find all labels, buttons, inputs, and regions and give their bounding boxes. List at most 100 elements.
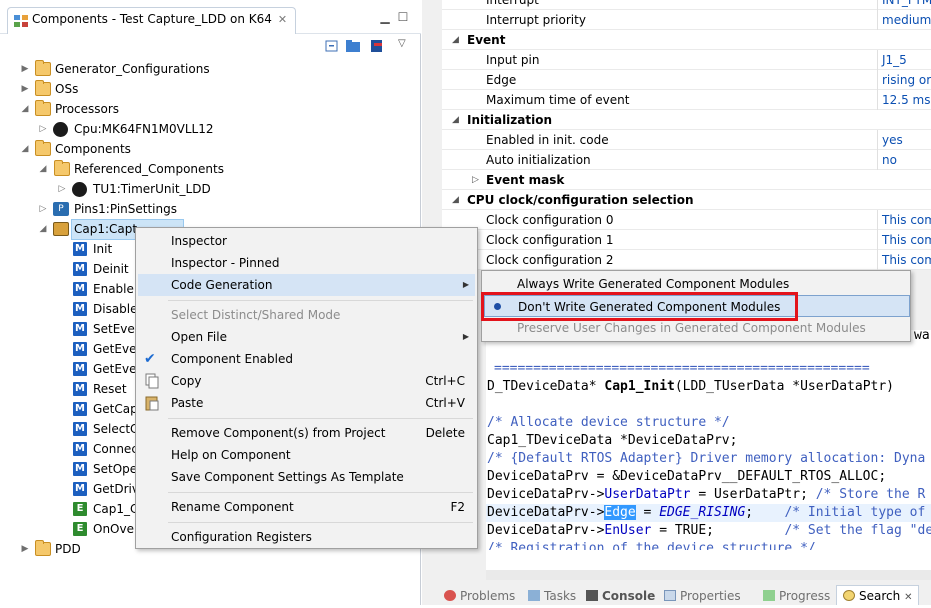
menu-label: Inspector - Pinned xyxy=(171,256,280,270)
property-name: Interrupt xyxy=(486,0,539,7)
tree-item-label: SetEver xyxy=(93,322,140,336)
property-row[interactable]: Enabled in init. code yes xyxy=(442,130,931,150)
property-group-row[interactable]: ◢ Initialization xyxy=(442,110,931,130)
menu-item-remove-component[interactable]: Remove Component(s) from Project Delete xyxy=(138,422,475,444)
collapse-arrow-icon[interactable]: ◢ xyxy=(452,30,459,50)
maximize-icon[interactable]: ☐ xyxy=(396,10,410,24)
close-icon[interactable]: ✕ xyxy=(904,592,912,603)
column-divider xyxy=(877,250,878,270)
menu-item-inspector-pinned[interactable]: Inspector - Pinned xyxy=(138,252,475,274)
menu-item-code-generation[interactable]: Code Generation ▶ xyxy=(138,274,475,296)
menu-item-open-file[interactable]: Open File ▶ xyxy=(138,326,475,348)
code-token: /* Store the R xyxy=(815,487,926,502)
tree-item-label: PDD xyxy=(55,542,81,556)
menu-item-rename-component[interactable]: Rename Component F2 xyxy=(138,496,475,518)
property-row[interactable]: Clock configuration 0 This com xyxy=(442,210,931,230)
property-row[interactable]: Edge rising or xyxy=(442,70,931,90)
expand-arrow-icon[interactable]: ▶ xyxy=(20,539,30,559)
horizontal-scrollbar[interactable] xyxy=(486,570,931,580)
tab-progress[interactable]: Progress xyxy=(763,587,830,605)
expand-arrow-icon[interactable]: ▷ xyxy=(38,119,48,139)
tab-tasks[interactable]: Tasks xyxy=(528,587,576,605)
column-divider xyxy=(877,230,878,250)
expand-arrow-icon[interactable]: ▷ xyxy=(472,170,479,190)
expand-arrow-icon[interactable]: ▷ xyxy=(38,199,48,219)
project-icon[interactable] xyxy=(369,38,385,54)
code-token: Cap1_Init xyxy=(604,379,675,394)
menu-item-copy[interactable]: Copy Ctrl+C xyxy=(138,370,475,392)
event-disabled-icon: E xyxy=(73,522,87,536)
property-group-row[interactable]: ◢ Event xyxy=(442,30,931,50)
property-group-row[interactable]: ▷ Event mask xyxy=(442,170,931,190)
menu-item-paste[interactable]: Paste Ctrl+V xyxy=(138,392,475,414)
collapse-all-icon[interactable] xyxy=(324,38,340,54)
property-row[interactable]: Interrupt INT_FTM xyxy=(442,0,931,10)
components-view-icon xyxy=(14,15,28,27)
method-icon: M xyxy=(73,402,87,416)
code-line: DeviceDataPrv = &DeviceDataPrv__DEFAULT_… xyxy=(487,469,887,484)
expand-arrow-icon[interactable]: ▷ xyxy=(57,179,67,199)
tab-label: Properties xyxy=(680,589,741,603)
event-icon: E xyxy=(73,502,87,516)
column-divider xyxy=(877,50,878,70)
property-value: rising or xyxy=(882,73,931,87)
tree-item-label: Disable xyxy=(93,302,138,316)
property-row[interactable]: Maximum time of event 12.5 ms xyxy=(442,90,931,110)
collapse-arrow-icon[interactable]: ◢ xyxy=(20,99,30,119)
minimize-icon[interactable]: ▁ xyxy=(378,10,392,24)
tab-properties[interactable]: Properties xyxy=(664,587,741,605)
method-icon: M xyxy=(73,342,87,356)
property-group-row[interactable]: ◢ CPU clock/configuration selection xyxy=(442,190,931,210)
menu-label: Component Enabled xyxy=(171,352,293,366)
code-editor[interactable]: wa =====================================… xyxy=(486,328,931,570)
property-row[interactable]: Input pin J1_5 xyxy=(442,50,931,70)
property-name: Clock configuration 0 xyxy=(486,213,614,227)
folder-icon xyxy=(35,540,51,556)
tab-console[interactable]: Console xyxy=(586,587,655,605)
property-row[interactable]: Interrupt priority medium xyxy=(442,10,931,30)
folder-icon[interactable] xyxy=(345,38,361,54)
tab-components[interactable]: Components - Test Capture_LDD on K64 ✕ xyxy=(7,7,297,34)
property-group-name: Initialization xyxy=(467,113,553,127)
property-value: This com xyxy=(882,233,931,247)
menu-separator xyxy=(168,418,473,419)
column-divider xyxy=(877,0,878,10)
collapse-arrow-icon[interactable]: ◢ xyxy=(38,159,48,179)
column-divider xyxy=(877,150,878,170)
tree-item-label: Components xyxy=(55,142,131,156)
code-token: = xyxy=(635,505,660,520)
tab-problems[interactable]: Problems xyxy=(444,587,515,605)
menu-label: Open File xyxy=(171,330,227,344)
console-icon xyxy=(586,590,598,601)
collapse-arrow-icon[interactable]: ◢ xyxy=(452,190,459,210)
tab-search[interactable]: Search ✕ xyxy=(836,585,920,605)
folder-open-icon xyxy=(54,160,70,176)
tree-item-label: Cpu:MK64FN1M0VLL12 xyxy=(74,122,214,136)
expand-arrow-icon[interactable]: ▶ xyxy=(20,59,30,79)
menu-item-inspector[interactable]: Inspector xyxy=(138,230,475,252)
code-token: = UserDataPtr; xyxy=(690,487,816,502)
property-row[interactable]: Auto initialization no xyxy=(442,150,931,170)
menu-item-save-settings-template[interactable]: Save Component Settings As Template xyxy=(138,466,475,488)
menu-shortcut: Ctrl+C xyxy=(425,374,465,388)
menu-label: Inspector xyxy=(171,234,227,248)
menu-item-component-enabled[interactable]: ✔ Component Enabled xyxy=(138,348,475,370)
collapse-arrow-icon[interactable]: ◢ xyxy=(20,139,30,159)
menu-separator xyxy=(168,522,473,523)
menu-item-configuration-registers[interactable]: Configuration Registers xyxy=(138,526,475,548)
close-icon[interactable]: ✕ xyxy=(278,13,287,26)
tree-item-label: OSs xyxy=(55,82,79,96)
collapse-arrow-icon[interactable]: ◢ xyxy=(452,110,459,130)
expand-arrow-icon[interactable]: ▶ xyxy=(20,79,30,99)
property-row[interactable]: Clock configuration 2 This com xyxy=(442,250,931,270)
menu-label: Help on Component xyxy=(171,448,291,462)
property-row[interactable]: Clock configuration 1 This com xyxy=(442,230,931,250)
collapse-arrow-icon[interactable]: ◢ xyxy=(38,219,48,239)
tree-item-label: SelectC xyxy=(93,422,139,436)
code-token: DeviceDataPrv-> xyxy=(487,523,605,538)
search-icon xyxy=(843,590,855,601)
menu-label: Copy xyxy=(171,374,202,388)
menu-item-help-on-component[interactable]: Help on Component xyxy=(138,444,475,466)
method-icon: M xyxy=(73,422,87,436)
view-menu-icon[interactable]: ▽ xyxy=(398,38,414,54)
